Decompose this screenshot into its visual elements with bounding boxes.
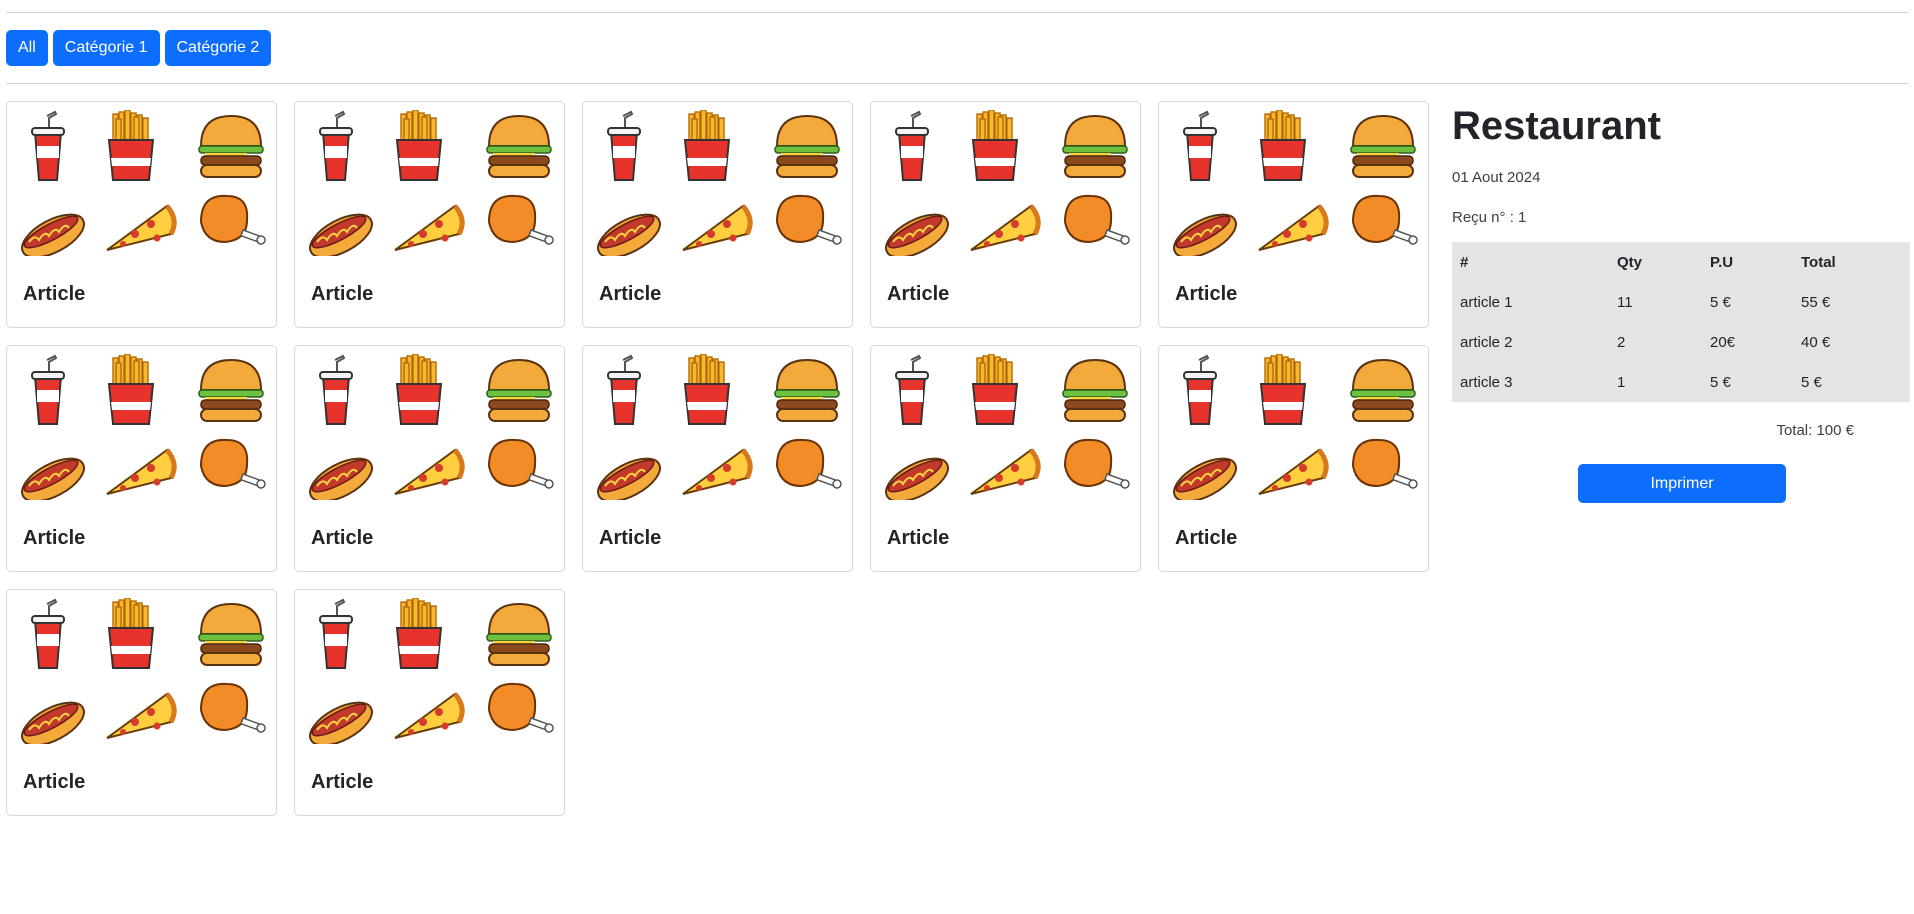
article-title: Article xyxy=(599,527,662,549)
cell-item: article 3 xyxy=(1460,373,1513,391)
table-row: article 1 11 5 € 55 € xyxy=(1452,282,1910,322)
receipt-table: # Qty P.U Total article 1 11 5 € 55 € ar… xyxy=(1452,242,1910,402)
article-image xyxy=(1169,110,1420,256)
receipt-panel: Restaurant 01 Aout 2024 Reçu n° : 1 # Qt… xyxy=(1452,101,1910,503)
article-image xyxy=(305,598,556,744)
article-card[interactable]: Article xyxy=(870,345,1141,572)
article-title: Article xyxy=(311,283,374,305)
cell-total: 55 € xyxy=(1801,293,1831,311)
article-title: Article xyxy=(23,771,86,793)
cell-item: article 1 xyxy=(1460,293,1513,311)
article-image xyxy=(881,354,1132,500)
column-header-unit-price: P.U xyxy=(1710,253,1734,271)
article-image xyxy=(593,354,844,500)
article-card[interactable]: Article xyxy=(294,101,565,328)
table-row: article 3 1 5 € 5 € xyxy=(1452,362,1910,402)
receipt-total: Total: 100 € xyxy=(1776,422,1854,439)
article-title: Article xyxy=(311,527,374,549)
article-card[interactable]: Article xyxy=(582,345,853,572)
article-title: Article xyxy=(23,283,86,305)
article-image xyxy=(17,110,268,256)
article-card[interactable]: Article xyxy=(6,345,277,572)
article-title: Article xyxy=(887,527,950,549)
article-image xyxy=(881,110,1132,256)
cell-total: 40 € xyxy=(1801,333,1831,351)
article-image xyxy=(593,110,844,256)
article-image xyxy=(17,354,268,500)
article-title: Article xyxy=(311,771,374,793)
cell-qty: 2 xyxy=(1617,333,1626,351)
cell-total: 5 € xyxy=(1801,373,1822,391)
article-card[interactable]: Article xyxy=(1158,101,1429,328)
cell-unit-price: 20€ xyxy=(1710,333,1736,351)
receipt-date: 01 Aout 2024 xyxy=(1452,169,1541,186)
article-image xyxy=(305,354,556,500)
top-divider xyxy=(6,12,1909,13)
article-card[interactable]: Article xyxy=(294,345,565,572)
cell-qty: 1 xyxy=(1617,373,1626,391)
cell-unit-price: 5 € xyxy=(1710,373,1731,391)
article-card[interactable]: Article xyxy=(294,589,565,816)
filter-all-button[interactable]: All xyxy=(6,30,48,66)
print-button[interactable]: Imprimer xyxy=(1578,464,1786,503)
cell-qty: 11 xyxy=(1617,293,1633,311)
column-header-item: # xyxy=(1460,253,1469,271)
filter-category-2-button[interactable]: Catégorie 2 xyxy=(164,30,272,66)
article-title: Article xyxy=(1175,527,1238,549)
article-card[interactable]: Article xyxy=(6,101,277,328)
column-header-total: Total xyxy=(1801,253,1836,271)
cell-item: article 2 xyxy=(1460,333,1513,351)
column-header-qty: Qty xyxy=(1617,253,1643,271)
filter-divider xyxy=(6,83,1909,84)
article-card[interactable]: Article xyxy=(1158,345,1429,572)
article-image xyxy=(17,598,268,744)
article-title: Article xyxy=(887,283,950,305)
article-image xyxy=(305,110,556,256)
category-filter-bar: All Catégorie 1 Catégorie 2 xyxy=(6,30,272,66)
article-image xyxy=(1169,354,1420,500)
receipt-title: Restaurant xyxy=(1452,104,1661,148)
table-row: article 2 2 20€ 40 € xyxy=(1452,322,1910,362)
article-card[interactable]: Article xyxy=(870,101,1141,328)
article-grid: Article Article Article Article Article … xyxy=(6,101,1429,816)
article-title: Article xyxy=(23,527,86,549)
article-title: Article xyxy=(599,283,662,305)
article-card[interactable]: Article xyxy=(6,589,277,816)
receipt-table-header: # Qty P.U Total xyxy=(1452,242,1910,282)
filter-category-1-button[interactable]: Catégorie 1 xyxy=(52,30,160,66)
cell-unit-price: 5 € xyxy=(1710,293,1731,311)
article-title: Article xyxy=(1175,283,1238,305)
article-card[interactable]: Article xyxy=(582,101,853,328)
receipt-number: Reçu n° : 1 xyxy=(1452,209,1527,226)
